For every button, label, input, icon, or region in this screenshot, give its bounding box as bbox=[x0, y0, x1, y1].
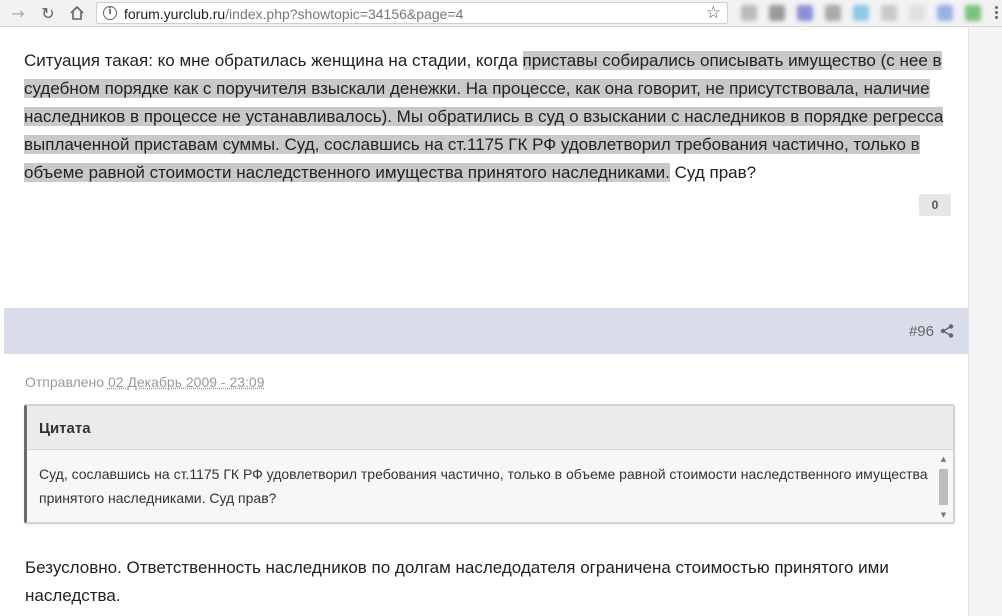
url-text: forum.yurclub.ru/index.php?showtopic=341… bbox=[124, 6, 464, 22]
page-content: Ситуация такая: ко мне обратилась женщин… bbox=[0, 27, 968, 616]
forward-icon[interactable]: → bbox=[8, 3, 28, 23]
post-header-bar: #96 bbox=[4, 308, 968, 354]
quote-title: Цитата bbox=[27, 406, 953, 450]
answer-text: Безусловно. Ответственность наследников … bbox=[25, 558, 889, 605]
page-scrollbar-track[interactable] bbox=[968, 27, 1002, 616]
star-icon[interactable]: ☆ bbox=[706, 3, 721, 23]
extension-icon[interactable] bbox=[853, 5, 869, 21]
extension-icon[interactable] bbox=[825, 5, 841, 21]
extension-icon[interactable] bbox=[881, 5, 897, 21]
quote-text: Суд, сославшись на ст.1175 ГК РФ удовлет… bbox=[39, 466, 928, 506]
post-text-selected: приставы собирались описывать имущество … bbox=[24, 51, 944, 182]
post-number-link[interactable]: #96 bbox=[909, 323, 934, 340]
extension-icon[interactable] bbox=[741, 5, 757, 21]
post-text-tail: Суд прав? bbox=[669, 163, 757, 182]
info-icon[interactable]: i bbox=[103, 6, 117, 20]
extensions-area bbox=[735, 5, 1002, 21]
extension-icon[interactable] bbox=[965, 5, 981, 21]
address-bar[interactable]: i forum.yurclub.ru/index.php?showtopic=3… bbox=[96, 2, 728, 24]
post-body: Ситуация такая: ко мне обратилась женщин… bbox=[24, 47, 959, 187]
extension-icon[interactable] bbox=[937, 5, 953, 21]
post-text-plain: Ситуация такая: ко мне обратилась женщин… bbox=[24, 51, 523, 70]
share-icon[interactable] bbox=[940, 324, 954, 338]
browser-toolbar: → ↻ i forum.yurclub.ru/index.php?showtop… bbox=[0, 0, 1002, 27]
home-icon[interactable] bbox=[67, 3, 87, 23]
post-date[interactable]: 02 Декабрь 2009 - 23:09 bbox=[108, 374, 265, 390]
extension-icon[interactable] bbox=[909, 5, 925, 21]
menu-icon[interactable] bbox=[995, 6, 998, 21]
scroll-thumb[interactable] bbox=[939, 469, 948, 505]
scroll-down-icon[interactable]: ▼ bbox=[938, 510, 949, 520]
extension-icon[interactable] bbox=[769, 5, 785, 21]
sent-label: Отправлено bbox=[25, 374, 108, 390]
vote-count-badge[interactable]: 0 bbox=[919, 194, 951, 216]
post-meta: Отправлено 02 Декабрь 2009 - 23:09 bbox=[25, 374, 265, 390]
scroll-up-icon[interactable]: ▲ bbox=[938, 454, 949, 464]
extension-icon[interactable] bbox=[797, 5, 813, 21]
quote-block: Цитата Суд, сославшись на ст.1175 ГК РФ … bbox=[24, 404, 955, 524]
quote-scrollbar[interactable]: ▲ ▼ bbox=[938, 454, 949, 520]
reload-icon[interactable]: ↻ bbox=[38, 3, 58, 23]
